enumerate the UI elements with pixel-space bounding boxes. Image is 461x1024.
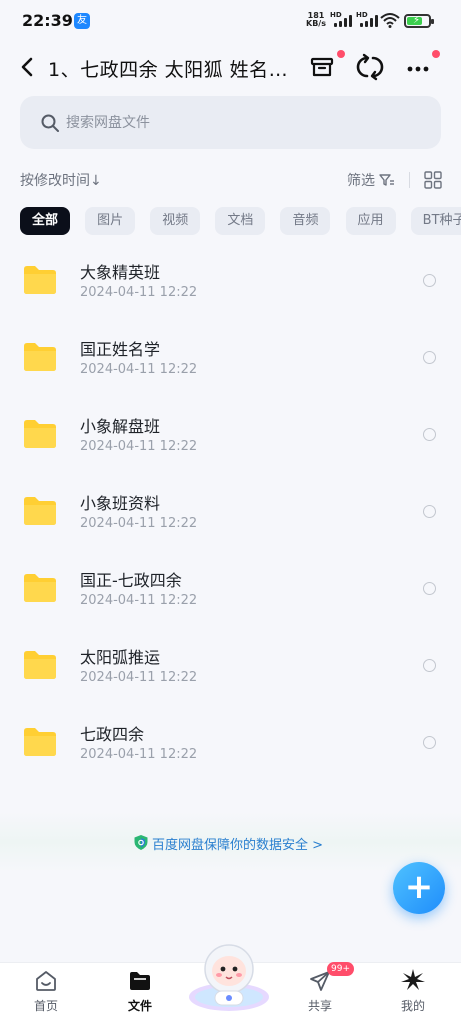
select-checkbox[interactable] — [423, 659, 436, 672]
category-tabs: 全部 图片 视频 文档 音频 应用 BT种子 — [20, 207, 461, 235]
file-name: 七政四余 — [80, 725, 145, 744]
file-date: 2024-04-11 12:22 — [80, 593, 198, 608]
file-date: 2024-04-11 12:22 — [80, 670, 198, 685]
file-name: 国正姓名学 — [80, 340, 161, 359]
nav-label-files: 文件 — [127, 999, 152, 1013]
status-bar: 22:39 友 181 KB/s HD HD ⚡ — [0, 0, 461, 44]
filter-label: 筛选 — [347, 173, 375, 189]
file-name: 国正-七政四余 — [80, 571, 182, 590]
file-name: 小象班资料 — [80, 494, 161, 513]
sort-bar: 按修改时间↓ 筛选 — [0, 166, 461, 194]
page-title: 1、七政四余 太阳狐 姓名… — [48, 59, 289, 81]
home-icon — [36, 971, 56, 991]
file-list: 大象精英班 2024-04-11 12:22 国正姓名学 2024-04-11 … — [0, 243, 461, 782]
folder-icon — [24, 651, 56, 679]
category-tab-videos[interactable]: 视频 — [150, 207, 201, 235]
sync-button[interactable] — [355, 52, 385, 82]
filter-icon — [379, 174, 395, 186]
search-icon — [41, 114, 59, 132]
folder-icon — [24, 266, 56, 294]
file-date: 2024-04-11 12:22 — [80, 439, 198, 454]
filter-button[interactable]: 筛选 — [347, 170, 395, 190]
folder-icon — [130, 972, 150, 990]
nav-item-share[interactable]: 99+ 共享 — [285, 962, 355, 1024]
search-bar[interactable] — [20, 96, 441, 149]
network-speed: 181 KB/s — [306, 12, 326, 28]
more-options-button[interactable] — [403, 50, 440, 82]
cellular-signal-icon: HD — [330, 11, 352, 27]
battery-icon: ⚡ — [404, 14, 434, 28]
wifi-icon — [380, 13, 400, 28]
shield-icon — [134, 835, 148, 850]
avatar — [400, 967, 426, 993]
list-item[interactable]: 太阳弧推运 2024-04-11 12:22 — [0, 628, 461, 705]
notification-dot — [432, 50, 440, 58]
network-speed-unit: KB/s — [306, 19, 326, 28]
select-checkbox[interactable] — [423, 505, 436, 518]
folder-icon — [24, 728, 56, 756]
mascot-assistant-icon[interactable] — [186, 939, 272, 1011]
share-count-badge: 99+ — [327, 962, 354, 976]
cellular-signal-icon: HD — [356, 11, 378, 27]
select-checkbox[interactable] — [423, 351, 436, 364]
select-checkbox[interactable] — [423, 736, 436, 749]
archive-icon — [310, 57, 334, 77]
list-item[interactable]: 国正姓名学 2024-04-11 12:22 — [0, 320, 461, 397]
nav-item-files[interactable]: 文件 — [105, 963, 175, 1024]
category-tab-images[interactable]: 图片 — [85, 207, 136, 235]
sync-icon — [356, 53, 384, 81]
nav-item-home[interactable]: 首页 — [11, 963, 81, 1024]
folder-icon — [24, 574, 56, 602]
status-time: 22:39 — [22, 11, 73, 30]
list-item[interactable]: 小象班资料 2024-04-11 12:22 — [0, 474, 461, 551]
file-date: 2024-04-11 12:22 — [80, 362, 198, 377]
nav-label-share: 共享 — [307, 999, 332, 1013]
sort-by-modified-button[interactable]: 按修改时间↓ — [20, 170, 102, 190]
file-date: 2024-04-11 12:22 — [80, 516, 198, 531]
list-item[interactable]: 大象精英班 2024-04-11 12:22 — [0, 243, 461, 320]
list-item[interactable]: 国正-七政四余 2024-04-11 12:22 — [0, 551, 461, 628]
grid-view-icon[interactable] — [424, 171, 442, 189]
data-security-link[interactable]: 百度网盘保障你的数据安全 > — [152, 834, 323, 853]
archive-button[interactable] — [307, 50, 345, 82]
file-date: 2024-04-11 12:22 — [80, 285, 198, 300]
add-button[interactable]: + — [393, 862, 445, 914]
file-name: 大象精英班 — [80, 263, 161, 282]
file-name: 小象解盘班 — [80, 417, 161, 436]
list-item[interactable]: 小象解盘班 2024-04-11 12:22 — [0, 397, 461, 474]
folder-icon — [24, 343, 56, 371]
category-tab-bt-torrents[interactable]: BT种子 — [410, 207, 461, 235]
category-tab-audio[interactable]: 音频 — [280, 207, 331, 235]
back-arrow-icon[interactable] — [16, 54, 40, 80]
folder-icon — [24, 420, 56, 448]
nav-label-home: 首页 — [33, 999, 58, 1013]
select-checkbox[interactable] — [423, 428, 436, 441]
list-item[interactable]: 七政四余 2024-04-11 12:22 — [0, 705, 461, 782]
top-header: 1、七政四余 太阳狐 姓名… — [0, 44, 461, 92]
file-name: 太阳弧推运 — [80, 648, 161, 667]
category-tab-documents[interactable]: 文档 — [215, 207, 266, 235]
notification-dot — [337, 50, 345, 58]
folder-icon — [24, 497, 56, 525]
nav-item-me[interactable]: 我的 — [378, 963, 448, 1024]
category-tab-all[interactable]: 全部 — [20, 207, 71, 235]
data-security-banner: 百度网盘保障你的数据安全 > — [0, 812, 461, 872]
category-tab-apps[interactable]: 应用 — [345, 207, 396, 235]
select-checkbox[interactable] — [423, 274, 436, 287]
bottom-navigation: 首页 文件 99+ 共享 我的 — [0, 944, 461, 1024]
plus-icon: + — [404, 867, 434, 907]
nav-label-me: 我的 — [400, 999, 425, 1013]
more-dots-icon — [407, 66, 429, 72]
file-date: 2024-04-11 12:22 — [80, 747, 198, 762]
divider — [409, 172, 410, 188]
search-input[interactable] — [66, 96, 426, 149]
app-notification-icon: 友 — [74, 13, 90, 29]
select-checkbox[interactable] — [423, 582, 436, 595]
